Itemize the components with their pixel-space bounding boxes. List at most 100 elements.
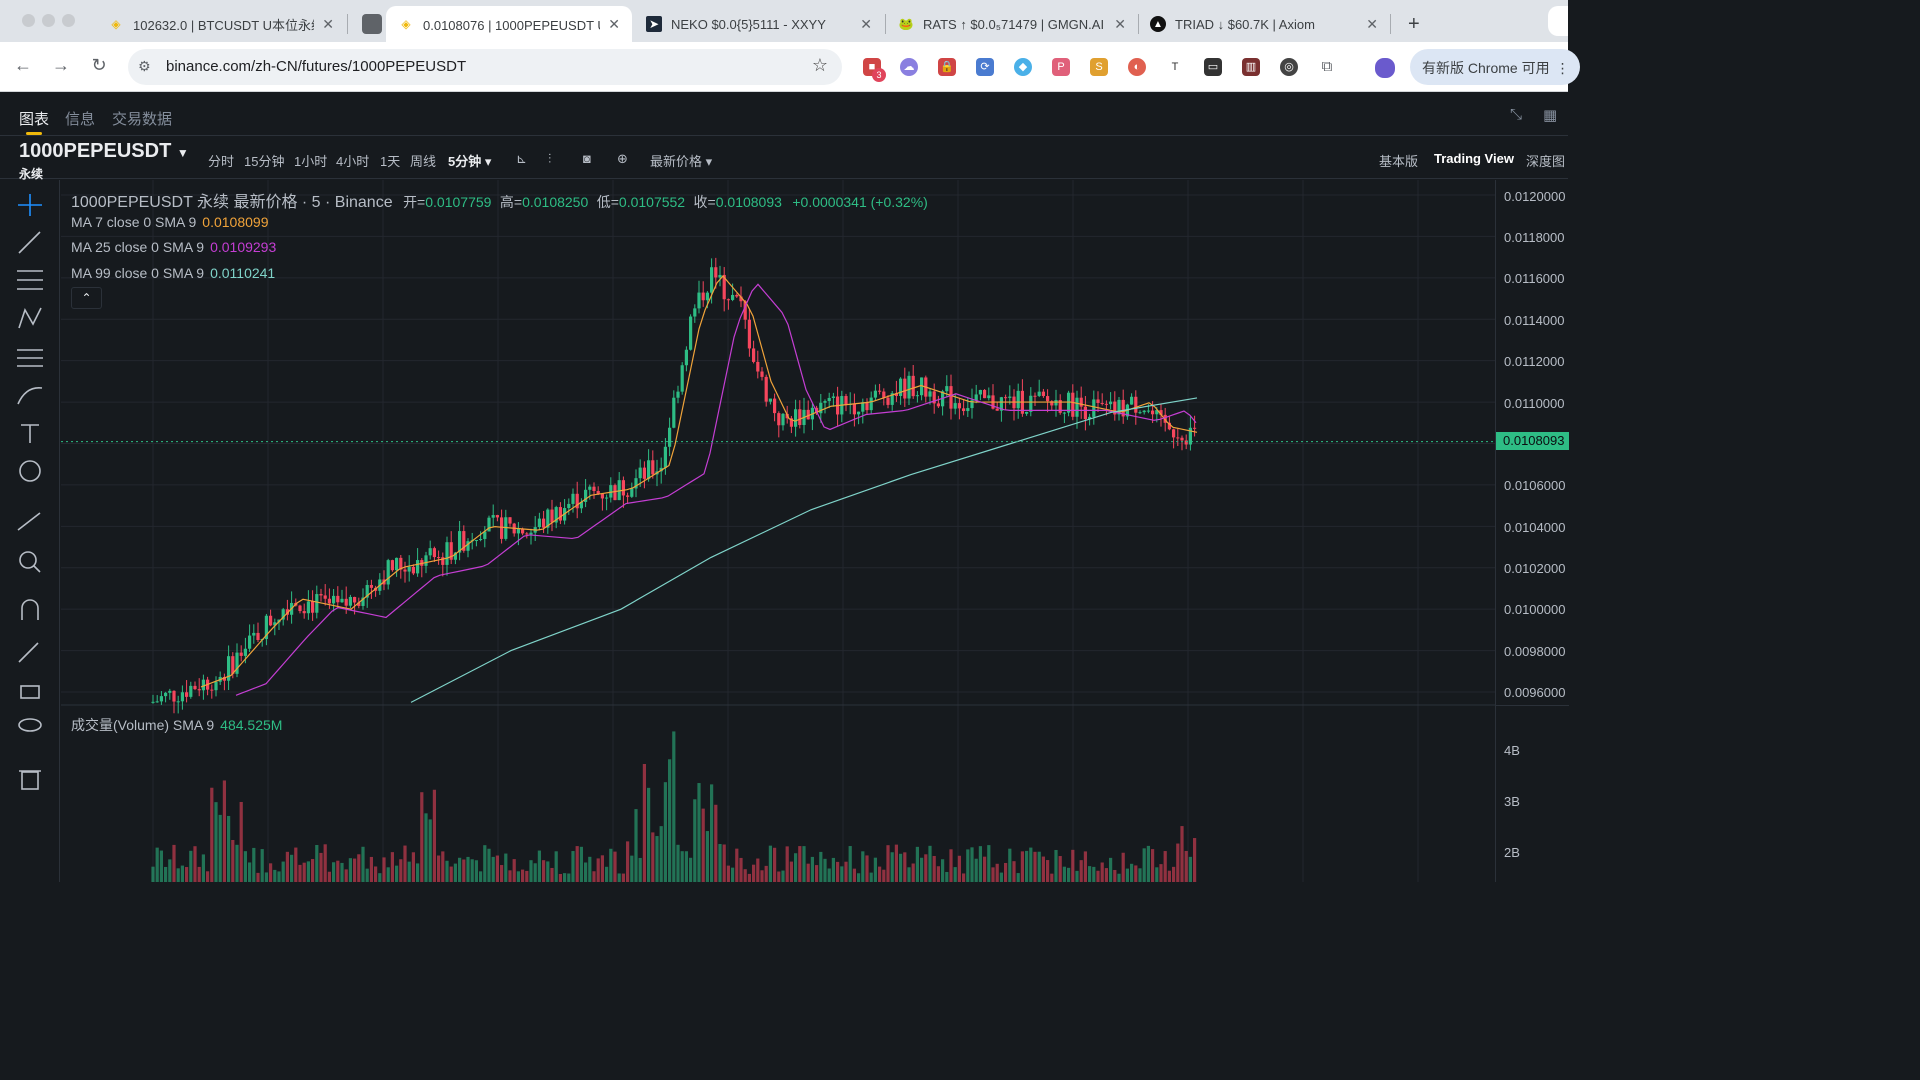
indicator-icon[interactable]: ⊾ bbox=[516, 151, 527, 167]
candle-body bbox=[882, 391, 886, 398]
tab-search-button[interactable] bbox=[1548, 6, 1568, 36]
interval-1h[interactable]: 1小时 bbox=[294, 151, 327, 170]
close-tab-icon[interactable]: ✕ bbox=[322, 16, 334, 33]
candle-body bbox=[642, 467, 646, 479]
browser-tab-triad[interactable]: ▲ TRIAD ↓ $60.7K | Axiom ✕ bbox=[1138, 6, 1390, 42]
site-info-icon[interactable]: ⚙ bbox=[138, 58, 151, 75]
view-depth[interactable]: 深度图 bbox=[1526, 151, 1565, 170]
tab-info[interactable]: 信息 bbox=[65, 108, 95, 129]
candle-body bbox=[668, 427, 672, 447]
view-tradingview[interactable]: Trading View bbox=[1434, 151, 1514, 166]
extension-spiral-icon[interactable]: ◎ bbox=[1280, 58, 1298, 76]
volume-bar bbox=[663, 782, 667, 882]
pattern-icon[interactable] bbox=[18, 307, 42, 329]
volume-bar bbox=[697, 783, 701, 882]
tab-trading-data[interactable]: 交易数据 bbox=[112, 108, 172, 129]
unlock-icon[interactable] bbox=[20, 685, 40, 699]
volume-bar bbox=[243, 851, 247, 882]
volume-bar bbox=[500, 865, 504, 882]
volume-bar bbox=[353, 858, 357, 882]
browser-tab-rats[interactable]: 🐸 RATS ↑ $0.0₅71479 | GMGN.AI ✕ bbox=[886, 6, 1138, 42]
trash-icon[interactable] bbox=[19, 770, 41, 790]
extension-diamond-icon[interactable]: ◆ bbox=[1014, 58, 1032, 76]
candle-body bbox=[403, 569, 407, 572]
interval-time[interactable]: 分时 bbox=[208, 151, 234, 170]
address-bar[interactable]: ⚙ binance.com/zh-CN/futures/1000PEPEUSDT… bbox=[128, 49, 842, 85]
close-tab-icon[interactable]: ✕ bbox=[1114, 16, 1126, 33]
lock-draw-icon[interactable] bbox=[18, 642, 39, 663]
volume-bar bbox=[407, 861, 411, 882]
brush-icon[interactable] bbox=[17, 387, 43, 405]
volume-bar bbox=[928, 845, 932, 882]
close-tab-icon[interactable]: ✕ bbox=[1366, 16, 1378, 33]
trend-line-icon[interactable] bbox=[18, 231, 41, 254]
text-tool-icon[interactable] bbox=[21, 424, 39, 443]
crosshair-icon[interactable] bbox=[18, 194, 42, 216]
extension-lock-icon[interactable]: 🔒 bbox=[938, 58, 956, 76]
extension-s-icon[interactable]: S bbox=[1090, 58, 1108, 76]
back-icon[interactable]: ← bbox=[11, 55, 35, 76]
volume-bar bbox=[521, 869, 525, 882]
browser-tab-pinned[interactable] bbox=[350, 6, 384, 42]
interval-15m[interactable]: 15分钟 bbox=[244, 151, 284, 170]
profile-avatar[interactable] bbox=[1375, 58, 1395, 78]
layout-grid-icon[interactable]: ▦ bbox=[1543, 106, 1557, 124]
magnet-icon[interactable] bbox=[21, 599, 39, 620]
volume-bar bbox=[1037, 851, 1041, 882]
reload-icon[interactable]: ↻ bbox=[87, 55, 111, 76]
extension-t-icon[interactable]: T bbox=[1166, 58, 1184, 76]
interval-1d[interactable]: 1天 bbox=[380, 151, 400, 170]
tab-chart[interactable]: 图表 bbox=[19, 108, 49, 129]
window-close-button[interactable] bbox=[22, 14, 35, 27]
camera-icon[interactable]: ◙ bbox=[583, 151, 591, 166]
forward-icon[interactable]: → bbox=[49, 55, 73, 76]
add-icon[interactable]: ⊕ bbox=[617, 151, 628, 167]
fib-icon[interactable] bbox=[17, 349, 43, 367]
eye-icon[interactable] bbox=[18, 718, 42, 732]
extensions-puzzle-icon[interactable]: ⧉ bbox=[1318, 58, 1336, 76]
emoji-icon[interactable] bbox=[19, 460, 41, 482]
price-type-dropdown[interactable]: 最新价格 ▾ bbox=[650, 151, 712, 170]
chrome-update-button[interactable]: 有新版 Chrome 可用 ⋮ bbox=[1410, 49, 1580, 85]
browser-tab-btcusdt[interactable]: ◈ 102632.0 | BTCUSDT U本位永续 ✕ bbox=[96, 6, 346, 42]
horizontal-lines-icon[interactable] bbox=[17, 270, 43, 290]
volume-bar bbox=[491, 856, 495, 882]
volume-bar bbox=[840, 866, 844, 882]
window-minimize-button[interactable] bbox=[42, 14, 55, 27]
candle-body bbox=[928, 391, 932, 397]
new-tab-button[interactable]: + bbox=[1396, 6, 1426, 42]
volume-bar bbox=[815, 865, 819, 882]
extension-cloud-icon[interactable]: ☁ bbox=[900, 58, 918, 76]
close-tab-icon[interactable]: ✕ bbox=[608, 16, 620, 33]
interval-1w[interactable]: 周线 bbox=[410, 151, 436, 170]
extension-book-icon[interactable]: ▥ bbox=[1242, 58, 1260, 76]
collapse-legend-button[interactable]: ⌃ bbox=[71, 287, 102, 309]
interval-5m-dropdown[interactable]: 5分钟 ▾ bbox=[448, 151, 491, 170]
extension-glasses-icon[interactable]: ▭ bbox=[1204, 58, 1222, 76]
chart-type-icon[interactable]: ⫶ bbox=[548, 151, 551, 167]
ruler-icon[interactable] bbox=[17, 512, 41, 531]
volume-bar bbox=[588, 856, 592, 882]
volume-bar bbox=[1113, 869, 1117, 882]
extension-p-icon[interactable]: P bbox=[1052, 58, 1070, 76]
window-zoom-button[interactable] bbox=[62, 14, 75, 27]
close-tab-icon[interactable]: ✕ bbox=[860, 16, 872, 33]
collapse-icon[interactable]: ⤡ bbox=[1510, 106, 1522, 123]
volume-bar bbox=[831, 857, 835, 882]
price-chart[interactable]: 1000PEPEUSDT 永续 最新价格 · 5 · Binance 开=0.0… bbox=[61, 180, 1495, 882]
candle-body bbox=[865, 402, 869, 411]
browser-tab-neko[interactable]: ➤ NEKO $0.0{5}5111 - XXYY ✕ bbox=[634, 6, 884, 42]
interval-4h[interactable]: 4小时 bbox=[336, 151, 369, 170]
symbol-selector[interactable]: 1000PEPEUSDT ▼ bbox=[19, 140, 189, 163]
candle-body bbox=[327, 598, 331, 604]
bookmark-star-icon[interactable]: ☆ bbox=[812, 55, 828, 76]
price-axis[interactable]: 0.0120000 0.0118000 0.0116000 0.0114000 … bbox=[1495, 180, 1569, 882]
extension-pill-icon[interactable]: ◐ bbox=[1128, 58, 1146, 76]
candle-body bbox=[651, 460, 655, 475]
extension-refresh-icon[interactable]: ⟳ bbox=[976, 58, 994, 76]
candle-body bbox=[256, 632, 260, 641]
browser-tab-1000pepeusdt[interactable]: ◈ 0.0108076 | 1000PEPEUSDT U本 ✕ bbox=[386, 6, 632, 42]
view-basic[interactable]: 基本版 bbox=[1379, 151, 1418, 170]
candle-body bbox=[747, 319, 751, 349]
zoom-in-icon[interactable] bbox=[19, 551, 41, 573]
